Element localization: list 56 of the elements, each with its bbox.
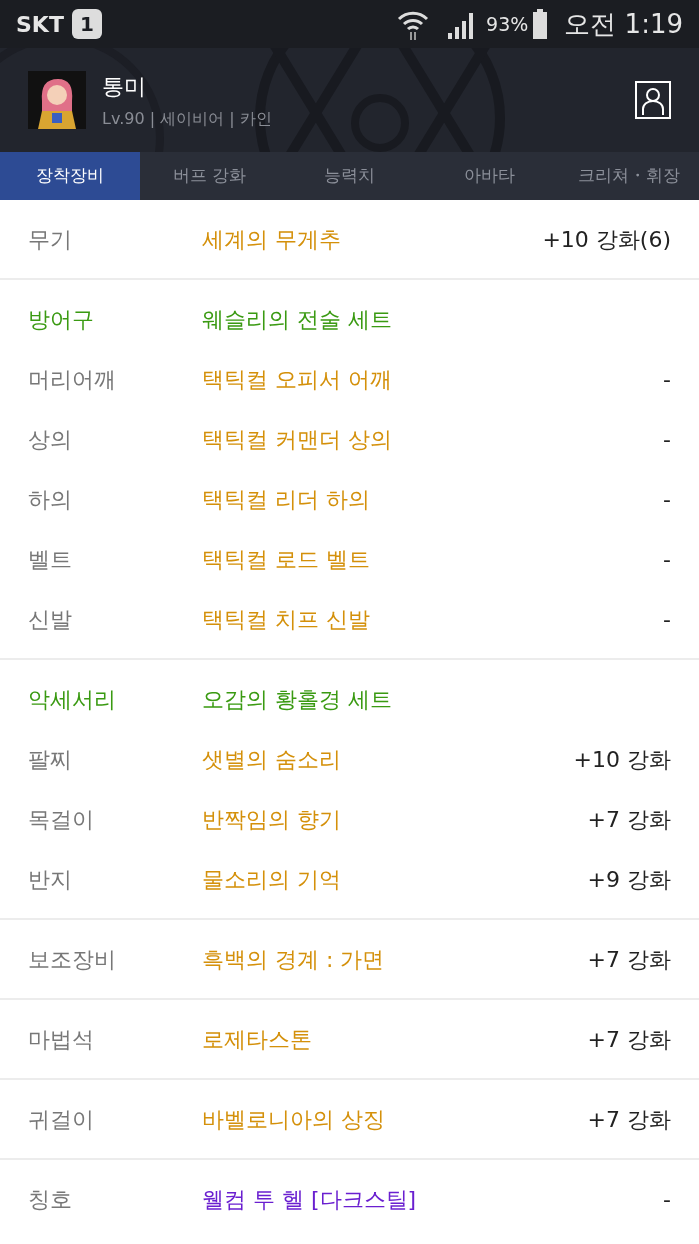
enhancement-level: - [663, 545, 671, 574]
enhancement-level: +10 강화 [573, 745, 671, 774]
item-name[interactable]: 택틱컬 로드 벨트 [202, 542, 664, 576]
carrier-label: SKT [16, 10, 64, 39]
slot-label: 무기 [28, 225, 73, 254]
tab[interactable]: 장착장비 [0, 152, 140, 200]
slot-label: 벨트 [28, 545, 73, 574]
sim-badge: 1 [71, 9, 102, 39]
item-name[interactable]: 물소리의 기억 [202, 862, 588, 896]
item-name[interactable]: 샛별의 숨소리 [202, 742, 574, 776]
enhancement-level: - [663, 425, 671, 454]
tab[interactable]: 능력치 [279, 152, 420, 200]
slot-label: 목걸이 [28, 805, 95, 834]
clock: 오전 1:19 [564, 7, 683, 41]
item-name[interactable]: 택틱컬 오피서 어깨 [202, 362, 664, 396]
set-name: 웨슬리의 전술 세트 [202, 305, 392, 334]
item-name[interactable]: 웰컴 투 헬 [다크스틸] [202, 1182, 664, 1216]
enhancement-level: +7 강화 [587, 945, 671, 974]
set-category: 악세서리 [28, 685, 117, 714]
slot-label: 보조장비 [28, 945, 117, 974]
slot-label: 마법석 [28, 1025, 95, 1054]
character-details: Lv.90 | 세이비어 | 카인 [102, 107, 272, 130]
tab[interactable]: 크리쳐・휘장 [559, 152, 699, 200]
slot-label: 칭호 [28, 1185, 73, 1214]
slot-label: 하의 [28, 485, 73, 514]
profile-icon[interactable] [635, 81, 671, 119]
item-name[interactable]: 택틱컬 리더 하의 [202, 482, 664, 516]
tab[interactable]: 버프 강화 [139, 152, 280, 200]
slot-label: 신발 [28, 605, 73, 634]
enhancement-level: +7 강화 [587, 805, 671, 834]
slot-label: 상의 [28, 425, 73, 454]
item-name[interactable]: 반짝임의 향기 [202, 802, 588, 836]
item-name[interactable]: 바벨로니아의 상징 [202, 1102, 588, 1136]
enhancement-level: +7 강화 [587, 1025, 671, 1054]
item-name[interactable]: 로제타스톤 [202, 1022, 588, 1056]
enhancement-level: - [663, 1185, 671, 1214]
enhancement-level: +9 강화 [587, 865, 671, 894]
set-category: 방어구 [28, 305, 95, 334]
slot-label: 반지 [28, 865, 73, 894]
enhancement-level: +10 강화(6) [542, 225, 671, 254]
slot-label: 팔찌 [28, 745, 73, 774]
set-name: 오감의 황홀경 세트 [202, 685, 392, 714]
battery-percent: 93% [486, 11, 529, 37]
enhancement-level: - [663, 365, 671, 394]
item-name[interactable]: 세계의 무게추 [202, 222, 543, 256]
enhancement-level: - [663, 485, 671, 514]
item-name[interactable]: 택틱컬 커맨더 상의 [202, 422, 664, 456]
character-name: 통미 [102, 72, 147, 101]
slot-label: 머리어깨 [28, 365, 117, 394]
enhancement-level: - [663, 605, 671, 634]
slot-label: 귀걸이 [28, 1105, 95, 1134]
battery-icon [532, 9, 549, 39]
item-name[interactable]: 흑백의 경계 : 가면 [202, 942, 588, 976]
tab[interactable]: 아바타 [419, 152, 560, 200]
enhancement-level: +7 강화 [587, 1105, 671, 1134]
item-name[interactable]: 택틱컬 치프 신발 [202, 602, 664, 636]
